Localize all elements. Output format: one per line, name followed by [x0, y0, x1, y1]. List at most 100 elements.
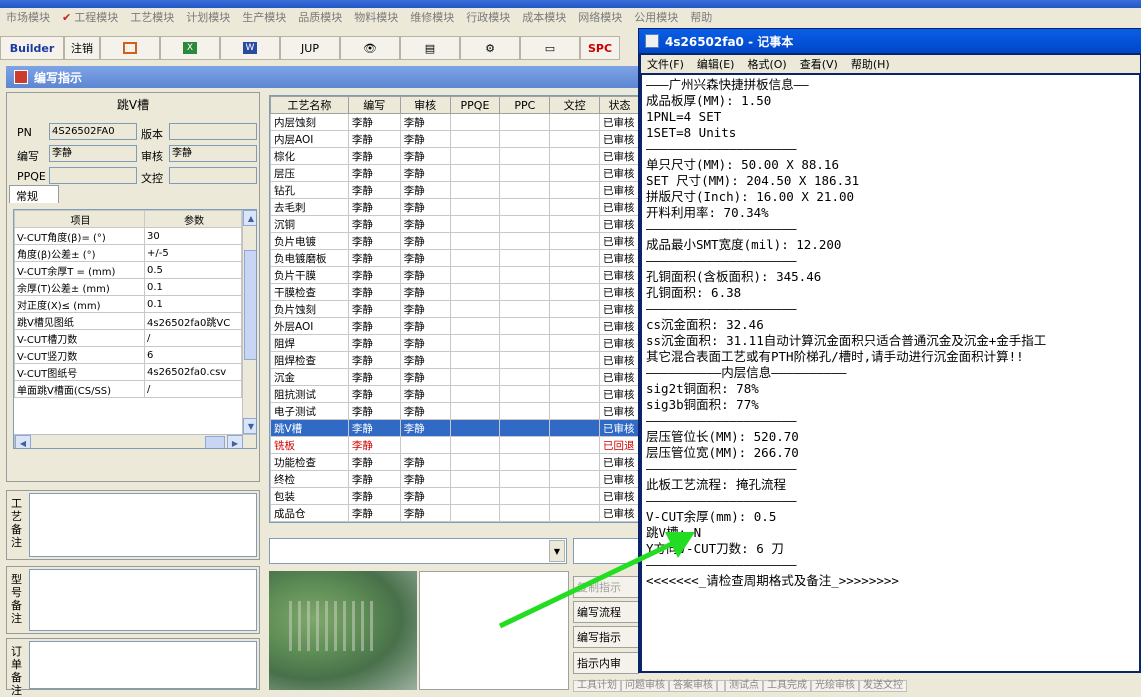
table-row[interactable]: 电子测试 李静 李静 已审核: [270, 402, 640, 420]
process-header[interactable]: 审核: [399, 96, 451, 114]
table-row[interactable]: 成品仓 李静 李静 已审核: [270, 504, 640, 522]
menu-item[interactable]: 生产模块: [242, 9, 286, 25]
scroll-left-icon[interactable]: ◀: [15, 435, 31, 448]
process-header[interactable]: 文控: [549, 96, 600, 114]
params-row[interactable]: V-CUT竖刀数 6: [14, 346, 242, 364]
menu-item[interactable]: 网络模块: [578, 9, 622, 25]
notepad-text-area[interactable]: ———广州兴森快捷拼板信息—— 成品板厚(MM): 1.50 1PNL=4 SET 1…: [642, 75, 1139, 671]
bottom-button[interactable]: 测试点: [725, 680, 763, 692]
params-hscrollbar[interactable]: ◀ ▶: [14, 434, 256, 448]
excel-icon[interactable]: X: [160, 36, 220, 60]
side-button[interactable]: 指示内审: [573, 652, 639, 674]
table-row[interactable]: 去毛刺 李静 李静 已审核: [270, 198, 640, 216]
process-dropdown[interactable]: ▼: [269, 538, 567, 564]
params-row[interactable]: V-CUT角度(β)= (°) 30: [14, 227, 242, 245]
jup-button[interactable]: JUP: [280, 36, 340, 60]
menu-item[interactable]: 帮助: [690, 9, 712, 25]
params-row[interactable]: 跳V槽见图纸 4s26502fa0跳VC: [14, 312, 242, 330]
bottom-button[interactable]: 工具完成: [763, 680, 811, 692]
menu-item[interactable]: 物料模块: [354, 9, 398, 25]
notepad-menu-item[interactable]: 帮助(H): [851, 56, 890, 72]
table-row[interactable]: 外层AOI 李静 李静 已审核: [270, 317, 640, 335]
menu-item[interactable]: 工程模块: [62, 9, 118, 25]
tab-general[interactable]: 常规: [9, 185, 59, 203]
menu-item[interactable]: 成本模块: [522, 9, 566, 25]
model-remark-field[interactable]: [29, 569, 257, 631]
reviewer-field[interactable]: 李静: [169, 145, 257, 162]
table-row[interactable]: 棕化 李静 李静 已审核: [270, 147, 640, 165]
scroll-right-icon[interactable]: ▶: [227, 435, 243, 448]
table-row[interactable]: 沉铜 李静 李静 已审核: [270, 215, 640, 233]
side-button[interactable]: 编写指示: [573, 626, 639, 648]
second-dropdown[interactable]: [573, 538, 641, 564]
doc-control-field[interactable]: [169, 167, 257, 184]
bottom-button[interactable]: 光绘审核: [811, 680, 859, 692]
table-row[interactable]: 铣板 李静 已回退: [270, 436, 640, 454]
bottom-button[interactable]: 发送文控: [859, 680, 907, 692]
word-icon[interactable]: W: [220, 36, 280, 60]
monitor-icon[interactable]: ▭: [520, 36, 580, 60]
params-row[interactable]: 角度(β)公差± (°) +/-5: [14, 244, 242, 262]
process-header[interactable]: PPC: [499, 96, 551, 114]
menu-item[interactable]: 计划模块: [186, 9, 230, 25]
ppqe-field[interactable]: [49, 167, 137, 184]
params-row[interactable]: V-CUT槽刀数 /: [14, 329, 242, 347]
params-row[interactable]: V-CUT图纸号 4s26502fa0.csv: [14, 363, 242, 381]
bottom-button[interactable]: [717, 680, 725, 692]
scroll-up-icon[interactable]: ▲: [243, 210, 256, 226]
params-row[interactable]: 单面跳V槽面(CS/SS) /: [14, 380, 242, 398]
table-row[interactable]: 钻孔 李静 李静 已审核: [270, 181, 640, 199]
bottom-button[interactable]: 工具计划: [573, 680, 621, 692]
table-row[interactable]: 负片电镀 李静 李静 已审核: [270, 232, 640, 250]
table-row[interactable]: 阻焊 李静 李静 已审核: [270, 334, 640, 352]
params-vscrollbar[interactable]: ▲ ▼: [242, 210, 256, 434]
process-header[interactable]: 编写: [347, 96, 401, 114]
table-row[interactable]: 干膜检查 李静 李静 已审核: [270, 283, 640, 301]
table-row[interactable]: 功能检查 李静 李静 已审核: [270, 453, 640, 471]
bottom-button[interactable]: 问题审核: [621, 680, 669, 692]
pn-field[interactable]: 4S26502FA0: [49, 123, 137, 140]
ppt-icon[interactable]: [100, 36, 160, 60]
table-row[interactable]: 终检 李静 李静 已审核: [270, 470, 640, 488]
spc-button[interactable]: SPC: [580, 36, 620, 60]
notepad-menu-item[interactable]: 格式(O): [747, 56, 786, 72]
writer-field[interactable]: 李静: [49, 145, 137, 162]
process-header[interactable]: 工艺名称: [270, 96, 349, 114]
table-row[interactable]: 内层AOI 李静 李静 已审核: [270, 130, 640, 148]
table-row[interactable]: 跳V槽 李静 李静 已审核: [270, 419, 640, 437]
process-header[interactable]: PPQE: [449, 96, 501, 114]
table-row[interactable]: 负片蚀刻 李静 李静 已审核: [270, 300, 640, 318]
order-remark-field[interactable]: [29, 641, 257, 689]
process-header[interactable]: 状态: [599, 96, 640, 114]
scroll-thumb[interactable]: [244, 250, 256, 360]
builder-button[interactable]: Builder: [0, 36, 64, 60]
notepad-menu-item[interactable]: 文件(F): [647, 56, 684, 72]
table-row[interactable]: 包装 李静 李静 已审核: [270, 487, 640, 505]
params-row[interactable]: 对正度(X)≤ (mm) 0.1: [14, 295, 242, 313]
notepad-menu-item[interactable]: 编辑(E): [697, 56, 735, 72]
table-row[interactable]: 沉金 李静 李静 已审核: [270, 368, 640, 386]
table-row[interactable]: 负片干膜 李静 李静 已审核: [270, 266, 640, 284]
table-row[interactable]: 层压 李静 李静 已审核: [270, 164, 640, 182]
tools-icon[interactable]: ⚙: [460, 36, 520, 60]
menu-item[interactable]: 维修模块: [410, 9, 454, 25]
table-row[interactable]: 内层蚀刻 李静 李静 已审核: [270, 113, 640, 131]
eye-icon[interactable]: 👁: [340, 36, 400, 60]
side-button[interactable]: 复制指示: [573, 576, 639, 598]
side-button[interactable]: 编写流程: [573, 601, 639, 623]
scroll-down-icon[interactable]: ▼: [243, 418, 256, 434]
params-row[interactable]: 余厚(T)公差± (mm) 0.1: [14, 278, 242, 296]
menu-item[interactable]: 品质模块: [298, 9, 342, 25]
bottom-button[interactable]: 答案审核: [669, 680, 717, 692]
table-row[interactable]: 阻抗测试 李静 李静 已审核: [270, 385, 640, 403]
table-row[interactable]: 负电镀磨板 李静 李静 已审核: [270, 249, 640, 267]
menu-item[interactable]: 行政模块: [466, 9, 510, 25]
menu-item[interactable]: 市场模块: [6, 9, 50, 25]
notepad-title-bar[interactable]: 4s26502fa0 - 记事本: [639, 29, 1141, 53]
craft-remark-field[interactable]: [29, 493, 257, 557]
menu-item[interactable]: 工艺模块: [130, 9, 174, 25]
params-row[interactable]: V-CUT余厚T = (mm) 0.5: [14, 261, 242, 279]
hscroll-thumb[interactable]: [205, 436, 225, 448]
database-icon[interactable]: ▤: [400, 36, 460, 60]
table-row[interactable]: 阻焊检查 李静 李静 已审核: [270, 351, 640, 369]
